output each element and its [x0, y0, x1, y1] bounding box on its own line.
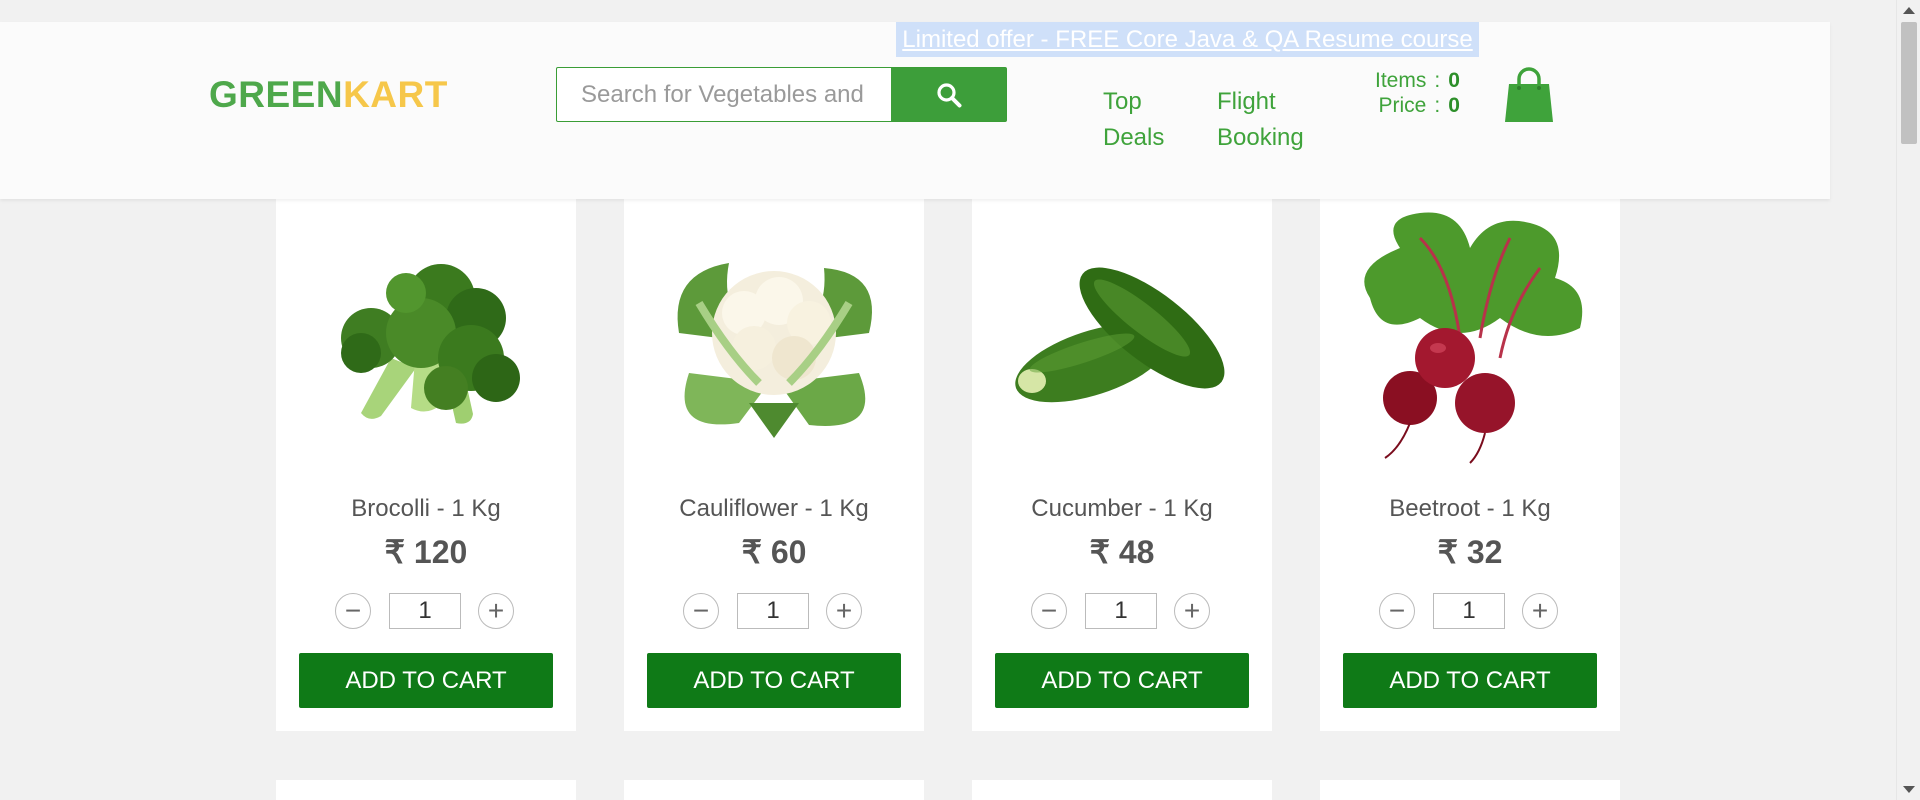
increment-button[interactable]: + — [826, 593, 862, 629]
product-card: Beetroot - 1 Kg ₹ 32 − + ADD TO CART — [1320, 198, 1620, 731]
cart-items-separator: : — [1434, 69, 1441, 92]
cart-button[interactable] — [1503, 66, 1555, 124]
add-to-cart-button[interactable]: ADD TO CART — [647, 653, 901, 708]
cart-info: Items : 0 Price : 0 — [1375, 68, 1462, 118]
decrement-button[interactable]: − — [335, 593, 371, 629]
nav-flight-booking-line1: Flight — [1217, 88, 1276, 115]
cart-items-value: 0 — [1448, 69, 1460, 92]
search-input[interactable] — [557, 68, 891, 121]
product-name: Brocolli - 1 Kg — [351, 495, 501, 522]
minus-icon: − — [1040, 595, 1058, 626]
product-card: Brocolli - 1 Kg ₹ 120 − + ADD TO CART — [276, 198, 576, 731]
nav-flight-booking[interactable]: Flight Booking — [1217, 84, 1304, 156]
nav-flight-booking-line2: Booking — [1217, 124, 1304, 151]
product-image-broccoli — [276, 198, 576, 478]
search-icon — [936, 82, 961, 107]
decrement-button[interactable]: − — [1379, 593, 1415, 629]
minus-icon: − — [344, 595, 362, 626]
product-price: ₹ 60 — [741, 534, 807, 570]
add-to-cart-button[interactable]: ADD TO CART — [995, 653, 1249, 708]
vertical-scrollbar[interactable] — [1896, 0, 1920, 800]
scroll-down-icon[interactable] — [1903, 786, 1915, 793]
product-price: ₹ 48 — [1089, 534, 1155, 570]
decrement-button[interactable]: − — [1031, 593, 1067, 629]
plus-icon: + — [487, 595, 505, 626]
product-card-partial — [1320, 780, 1620, 800]
product-image-cauliflower — [624, 198, 924, 478]
brand-logo-kart: KART — [343, 74, 448, 115]
quantity-input[interactable] — [1085, 593, 1157, 629]
product-price: ₹ 32 — [1437, 534, 1503, 570]
nav-top-deals-line1: Top — [1103, 88, 1142, 115]
cart-price-separator: : — [1434, 94, 1441, 117]
quantity-stepper: − + — [683, 593, 862, 629]
quantity-stepper: − + — [1379, 593, 1558, 629]
quantity-stepper: − + — [335, 593, 514, 629]
quantity-stepper: − + — [1031, 593, 1210, 629]
search-button[interactable] — [891, 68, 1006, 121]
plus-icon: + — [1183, 595, 1201, 626]
product-card: Cucumber - 1 Kg ₹ 48 − + ADD TO CART — [972, 198, 1272, 731]
quantity-input[interactable] — [737, 593, 809, 629]
nav-top-deals-line2: Deals — [1103, 124, 1165, 151]
product-price: ₹ 120 — [384, 534, 468, 570]
product-name: Cauliflower - 1 Kg — [679, 495, 869, 522]
product-name: Beetroot - 1 Kg — [1389, 495, 1551, 522]
product-name: Cucumber - 1 Kg — [1031, 495, 1213, 522]
plus-icon: + — [835, 595, 853, 626]
shopping-bag-icon — [1505, 67, 1553, 122]
increment-button[interactable]: + — [1522, 593, 1558, 629]
cart-price-value: 0 — [1448, 94, 1460, 117]
product-card-partial — [972, 780, 1272, 800]
site-header: GREENKART Limited offer - FREE Core Java… — [0, 22, 1830, 199]
cart-items-label: Items — [1375, 69, 1427, 92]
offer-banner: Limited offer - FREE Core Java & QA Resu… — [896, 22, 1479, 57]
scroll-up-icon[interactable] — [1903, 7, 1915, 14]
product-image-cucumber — [972, 198, 1272, 478]
plus-icon: + — [1531, 595, 1549, 626]
quantity-input[interactable] — [1433, 593, 1505, 629]
minus-icon: − — [692, 595, 710, 626]
brand-logo-green: GREEN — [209, 74, 344, 115]
search-bar — [556, 67, 1007, 122]
nav-top-deals[interactable]: Top Deals — [1103, 84, 1164, 156]
product-image-beetroot — [1320, 198, 1620, 478]
add-to-cart-button[interactable]: ADD TO CART — [1343, 653, 1597, 708]
brand-logo[interactable]: GREENKART — [209, 74, 448, 116]
add-to-cart-button[interactable]: ADD TO CART — [299, 653, 553, 708]
product-card: Cauliflower - 1 Kg ₹ 60 − + ADD TO CART — [624, 198, 924, 731]
product-card-partial — [276, 780, 576, 800]
offer-link[interactable]: Limited offer - FREE Core Java & QA Resu… — [902, 26, 1472, 54]
decrement-button[interactable]: − — [683, 593, 719, 629]
cart-price-label: Price — [1378, 94, 1427, 117]
minus-icon: − — [1388, 595, 1406, 626]
scrollbar-thumb[interactable] — [1901, 22, 1917, 144]
product-card-partial — [624, 780, 924, 800]
quantity-input[interactable] — [389, 593, 461, 629]
increment-button[interactable]: + — [478, 593, 514, 629]
increment-button[interactable]: + — [1174, 593, 1210, 629]
